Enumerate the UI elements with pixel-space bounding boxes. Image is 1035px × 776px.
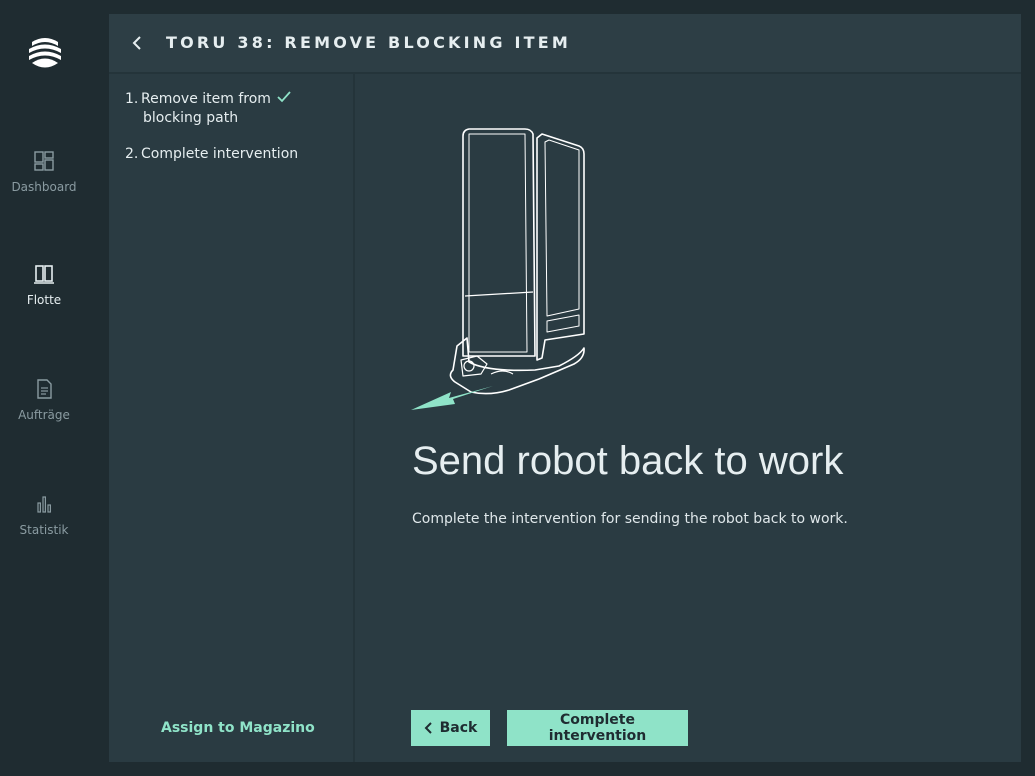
step-number: 1. [125, 91, 139, 107]
step-text: Remove item from [141, 91, 271, 107]
nav-item-orders[interactable]: Aufträge [0, 378, 88, 422]
side-navigation: Dashboard Flotte Aufträge Statistik [0, 0, 95, 776]
checkmark-icon [277, 91, 291, 103]
complete-button-label: Complete intervention [548, 712, 647, 744]
statistics-icon [37, 496, 52, 513]
dashboard-icon [34, 151, 54, 171]
step-item-1: 1. Remove item from blocking path [125, 90, 271, 128]
step-text-continued: blocking path [143, 110, 239, 126]
app-root: Dashboard Flotte Aufträge Statistik TORU… [0, 0, 1035, 776]
fleet-icon [34, 265, 54, 284]
step-text: Complete intervention [141, 146, 299, 162]
nav-item-statistics[interactable]: Statistik [0, 493, 88, 537]
main-description: Complete the intervention for sending th… [412, 511, 848, 527]
back-button-label: Back [439, 720, 478, 736]
intervention-panel: TORU 38: REMOVE BLOCKING ITEM 1. Remove i… [109, 14, 1021, 762]
nav-label-dashboard: Dashboard [11, 180, 77, 194]
assign-to-magazino-link[interactable]: Assign to Magazino [161, 720, 315, 736]
step-number: 2. [125, 146, 139, 162]
page-title: TORU 38: REMOVE BLOCKING ITEM [166, 33, 571, 52]
company-logo-icon[interactable] [26, 32, 64, 72]
complete-intervention-button[interactable]: Complete intervention [507, 710, 688, 746]
chevron-left-icon [424, 722, 432, 734]
nav-item-fleet[interactable]: Flotte [0, 263, 88, 307]
step-item-2: 2. Complete intervention [125, 145, 298, 164]
nav-label-orders: Aufträge [18, 408, 70, 422]
nav-label-fleet: Flotte [26, 293, 62, 307]
steps-list: 1. Remove item from blocking path 2. Compl… [109, 74, 355, 762]
robot-illustration [411, 128, 585, 410]
panel-header: TORU 38: REMOVE BLOCKING ITEM [109, 14, 1021, 74]
orders-icon [37, 379, 52, 399]
back-button[interactable]: Back [411, 710, 490, 746]
main-headline: Send robot back to work [412, 439, 844, 483]
nav-label-statistics: Statistik [19, 523, 69, 537]
chevron-left-icon[interactable] [129, 33, 145, 53]
nav-item-dashboard[interactable]: Dashboard [0, 150, 88, 194]
